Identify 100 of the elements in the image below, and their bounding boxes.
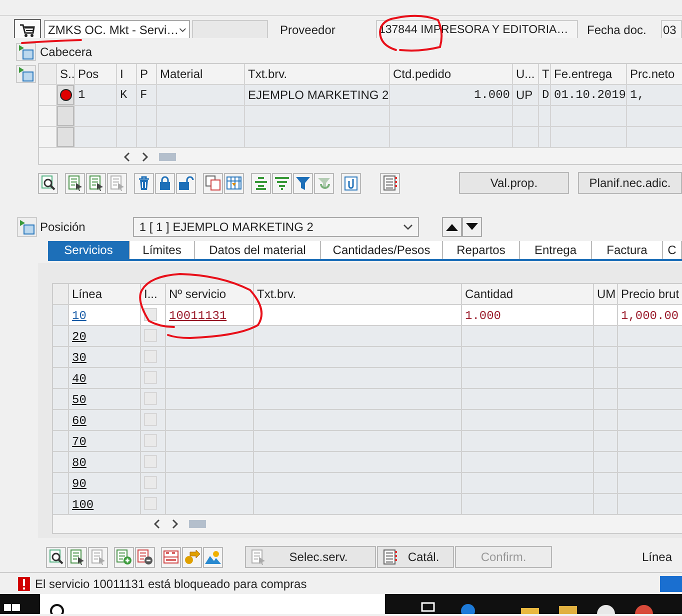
table-row[interactable]: 90 xyxy=(53,473,682,494)
trash-button[interactable] xyxy=(134,172,154,194)
tab[interactable]: Repartos xyxy=(443,241,520,259)
input-field[interactable] xyxy=(192,20,268,38)
checkbox[interactable] xyxy=(144,392,157,405)
magnifier-button[interactable] xyxy=(46,546,66,568)
line-link[interactable]: 90 xyxy=(72,477,86,491)
line-link[interactable]: 20 xyxy=(72,330,86,344)
list-button[interactable] xyxy=(380,172,400,194)
line-link[interactable]: 30 xyxy=(72,351,86,365)
line-link[interactable]: 80 xyxy=(72,456,86,470)
column-header[interactable]: Material xyxy=(160,67,203,81)
column-header[interactable]: I xyxy=(120,67,124,81)
column-header[interactable]: I... xyxy=(144,287,158,301)
tab[interactable]: Factura xyxy=(592,241,663,259)
header-corner-cell[interactable] xyxy=(39,64,57,85)
checkbox[interactable] xyxy=(144,476,157,489)
tab[interactable]: C xyxy=(663,241,682,259)
expand-button[interactable] xyxy=(17,217,37,237)
down-button[interactable] xyxy=(462,217,482,237)
row-selector[interactable] xyxy=(57,85,74,105)
line-link[interactable]: 100 xyxy=(72,498,94,512)
document-arrow-button[interactable] xyxy=(67,546,87,568)
checkbox[interactable] xyxy=(144,497,157,510)
column-header[interactable]: Txt.brv. xyxy=(248,67,288,81)
tab[interactable]: Servicios xyxy=(48,241,130,259)
tab[interactable]: Datos del material xyxy=(195,241,321,259)
expand-button[interactable] xyxy=(16,65,36,83)
align-button[interactable] xyxy=(251,172,271,194)
scrollbar-thumb[interactable] xyxy=(159,153,176,161)
table-button[interactable] xyxy=(224,172,244,194)
column-header[interactable]: Txt.brv. xyxy=(257,287,296,301)
table-row[interactable]: 10 10011131 1.000 1,000.00 xyxy=(53,305,682,326)
copy-button[interactable] xyxy=(203,172,223,194)
table-row[interactable]: 50 xyxy=(53,389,682,410)
document-arrow-button[interactable] xyxy=(86,172,106,194)
header-corner-cell[interactable] xyxy=(53,284,69,305)
magnifier-button[interactable] xyxy=(38,172,58,194)
scrollbar-thumb[interactable] xyxy=(189,520,206,528)
tab[interactable]: Entrega xyxy=(520,241,592,259)
checkbox[interactable] xyxy=(144,329,157,342)
column-header[interactable]: Nº servicio xyxy=(169,287,226,301)
add-row-button[interactable] xyxy=(114,546,134,568)
table-row[interactable]: 60 xyxy=(53,410,682,431)
cart-button[interactable] xyxy=(14,19,41,38)
currency-table-button[interactable] xyxy=(161,546,181,568)
table-row[interactable]: 100 xyxy=(53,494,682,515)
document-arrow-button[interactable] xyxy=(65,172,85,194)
table-row[interactable]: 70 xyxy=(53,431,682,452)
checkbox[interactable] xyxy=(144,455,157,468)
date-field[interactable]: 03 xyxy=(661,20,682,38)
scroll-right-icon xyxy=(141,152,149,162)
line-link[interactable]: 70 xyxy=(72,435,86,449)
column-header[interactable]: Fe.entrega xyxy=(554,67,612,81)
table-cell: 1,000.00 xyxy=(621,309,679,323)
line-link[interactable]: 10 xyxy=(72,309,86,323)
checkbox[interactable] xyxy=(144,434,157,447)
column-header[interactable]: Cantidad xyxy=(465,287,514,301)
tab[interactable]: Límites xyxy=(130,241,195,259)
position-dropdown[interactable]: 1 [ 1 ] EJEMPLO MARKETING 2 xyxy=(133,217,420,237)
arrows-button[interactable] xyxy=(182,546,202,568)
action-button[interactable]: Planif.nec.adic. xyxy=(578,172,682,194)
undo-filter-button[interactable] xyxy=(314,172,334,194)
column-header[interactable]: P xyxy=(140,67,148,81)
checkbox[interactable] xyxy=(144,371,157,384)
unlock-button[interactable] xyxy=(176,172,196,194)
up-button[interactable] xyxy=(442,217,462,237)
table-row[interactable] xyxy=(39,127,682,148)
column-header[interactable]: Precio brut xyxy=(621,287,680,301)
column-header[interactable]: Línea xyxy=(72,287,102,301)
line-link[interactable]: 50 xyxy=(72,393,86,407)
column-header[interactable]: S.. xyxy=(60,67,75,81)
tab[interactable]: Cantidades/Pesos xyxy=(321,241,443,259)
filter-button[interactable] xyxy=(293,172,313,194)
table-row[interactable]: 40 xyxy=(53,368,682,389)
checkbox[interactable] xyxy=(144,350,157,363)
action-button[interactable]: Selec.serv. xyxy=(245,546,376,568)
landscape-button[interactable] xyxy=(203,546,223,568)
lock-button[interactable] xyxy=(155,172,175,194)
filter-lines-button[interactable] xyxy=(272,172,292,194)
column-header[interactable]: Prc.neto xyxy=(630,67,675,81)
table-row[interactable]: 20 xyxy=(53,326,682,347)
remove-row-button[interactable] xyxy=(135,546,155,568)
action-button[interactable]: Val.prop. xyxy=(459,172,569,194)
search-field[interactable] xyxy=(40,594,385,614)
column-header[interactable]: T xyxy=(542,67,550,81)
column-header[interactable]: Ctd.pedido xyxy=(393,67,452,81)
line-link[interactable]: 40 xyxy=(72,372,86,386)
line-link[interactable]: 60 xyxy=(72,414,86,428)
column-header[interactable]: U... xyxy=(516,67,535,81)
table-row[interactable]: 80 xyxy=(53,452,682,473)
clipboard-button[interactable] xyxy=(341,172,361,194)
column-header[interactable]: Pos xyxy=(78,67,99,81)
checkbox[interactable] xyxy=(144,413,157,426)
column-header[interactable]: UM xyxy=(597,287,616,301)
table-row[interactable]: 30 xyxy=(53,347,682,368)
action-button[interactable]: Catál. xyxy=(377,546,454,568)
service-number-link[interactable]: 10011131 xyxy=(169,309,227,323)
table-row[interactable]: 1 K F EJEMPLO MARKETING 2 1.000 UP D 01.10.2019 1, xyxy=(39,85,682,106)
document-type-dropdown[interactable]: ZMKS OC. Mkt - Servi… xyxy=(44,20,190,38)
